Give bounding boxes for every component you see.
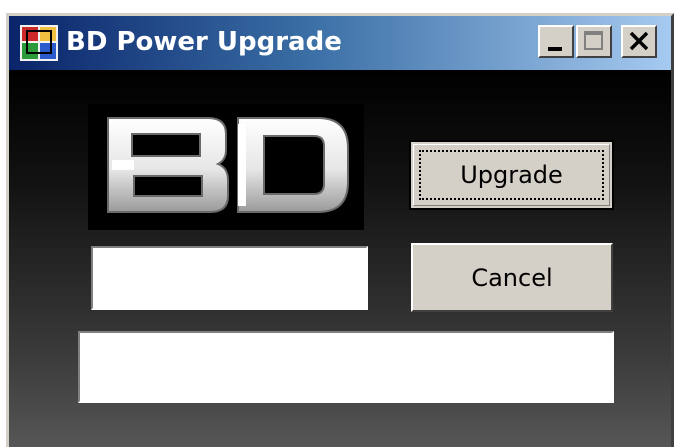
code-input[interactable] — [91, 246, 368, 310]
minimize-icon — [548, 47, 562, 51]
app-window: BD Power Upgrade Upgrade Cancel — [6, 13, 674, 447]
maximize-button[interactable] — [576, 25, 612, 58]
dialog-client-area: Upgrade Cancel — [9, 70, 671, 447]
app-icon[interactable] — [20, 25, 58, 61]
bd-logo — [88, 104, 364, 230]
maximize-icon — [584, 31, 603, 50]
status-input[interactable] — [78, 331, 614, 403]
window-title: BD Power Upgrade — [66, 27, 342, 57]
title-bar[interactable]: BD Power Upgrade — [9, 16, 671, 70]
close-button[interactable] — [621, 25, 657, 58]
upgrade-button[interactable]: Upgrade — [409, 140, 614, 210]
cancel-button-label: Cancel — [471, 263, 553, 292]
cancel-button[interactable]: Cancel — [411, 243, 613, 312]
minimize-button[interactable] — [538, 25, 574, 58]
close-icon — [629, 31, 649, 51]
upgrade-button-label: Upgrade — [460, 161, 563, 189]
